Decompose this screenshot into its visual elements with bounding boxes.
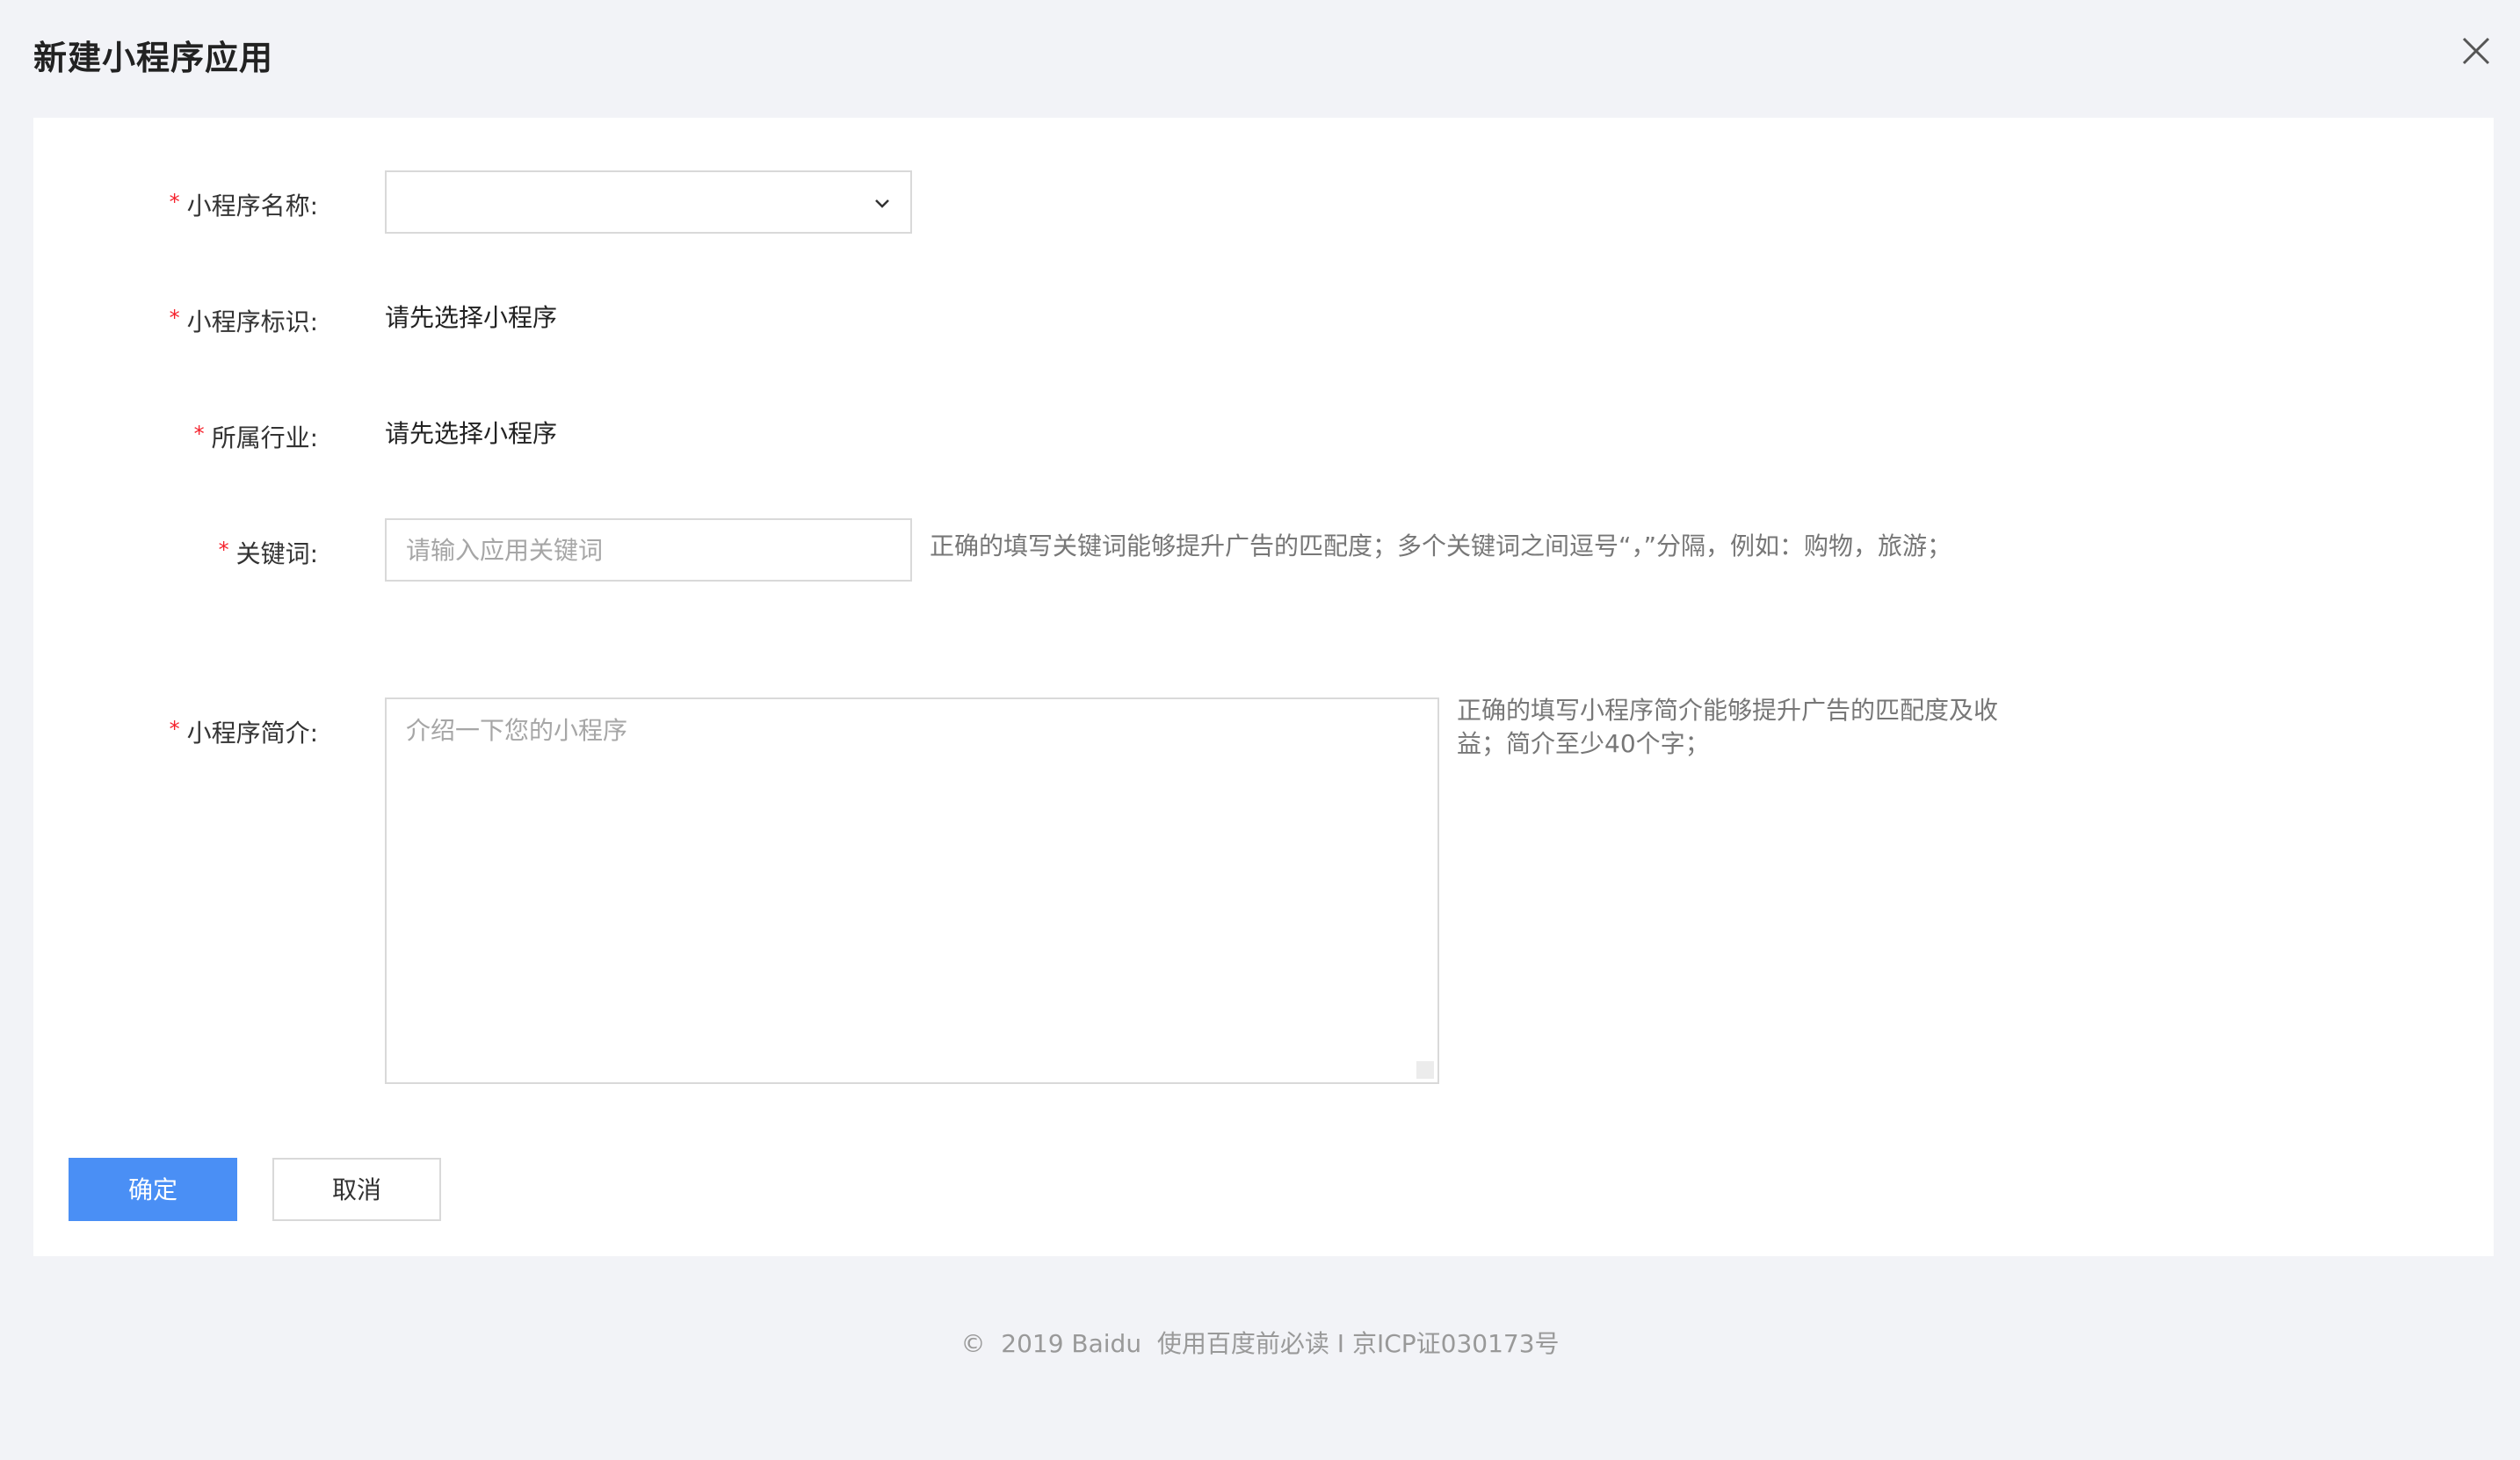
dialog-title: 新建小程序应用 [33,39,274,77]
footer-copyright: © 2019 Baidu 使用百度前必读 I 京ICP证030173号 [960,1329,1560,1358]
form-panel: * 小程序名称: * 小程序标识: 请先选择小程序 * 所属行业: 请先选择小程序 *… [33,118,2494,1256]
intro-textarea[interactable] [385,697,1439,1084]
required-mark: * [193,422,205,446]
required-mark: * [169,190,180,214]
industry-value: 请先选择小程序 [385,419,558,448]
required-mark: * [169,717,180,741]
confirm-button[interactable]: 确定 [69,1158,237,1221]
industry-label: * 所属行业: [194,416,318,456]
identifier-label: * 小程序标识: [170,300,318,340]
identifier-value: 请先选择小程序 [385,303,558,332]
required-mark: * [218,538,229,562]
intro-label: * 小程序简介: [170,712,318,751]
resize-handle-icon[interactable] [1416,1061,1434,1079]
required-mark: * [169,306,180,330]
footer: © 2019 Baidu 使用百度前必读 I 京ICP证030173号 [0,1326,2520,1362]
cancel-button[interactable]: 取消 [272,1158,441,1221]
identifier-label-text: 小程序标识: [186,307,318,336]
close-icon[interactable] [2457,32,2495,70]
keywords-label-text: 关键词: [235,539,318,568]
keywords-label: * 关键词: [219,532,318,572]
name-label: * 小程序名称: [170,184,318,224]
mini-program-name-select[interactable] [385,170,912,234]
keywords-input[interactable] [385,518,912,582]
chevron-down-icon [875,199,889,208]
name-label-text: 小程序名称: [186,192,318,220]
intro-hint: 正确的填写小程序简介能够提升广告的匹配度及收益；简介至少40个字； [1457,696,1999,758]
industry-label-text: 所属行业: [211,423,318,452]
keywords-hint: 正确的填写关键词能够提升广告的匹配度；多个关键词之间逗号“，”分隔，例如：购物，… [930,531,1952,560]
intro-label-text: 小程序简介: [186,719,318,748]
